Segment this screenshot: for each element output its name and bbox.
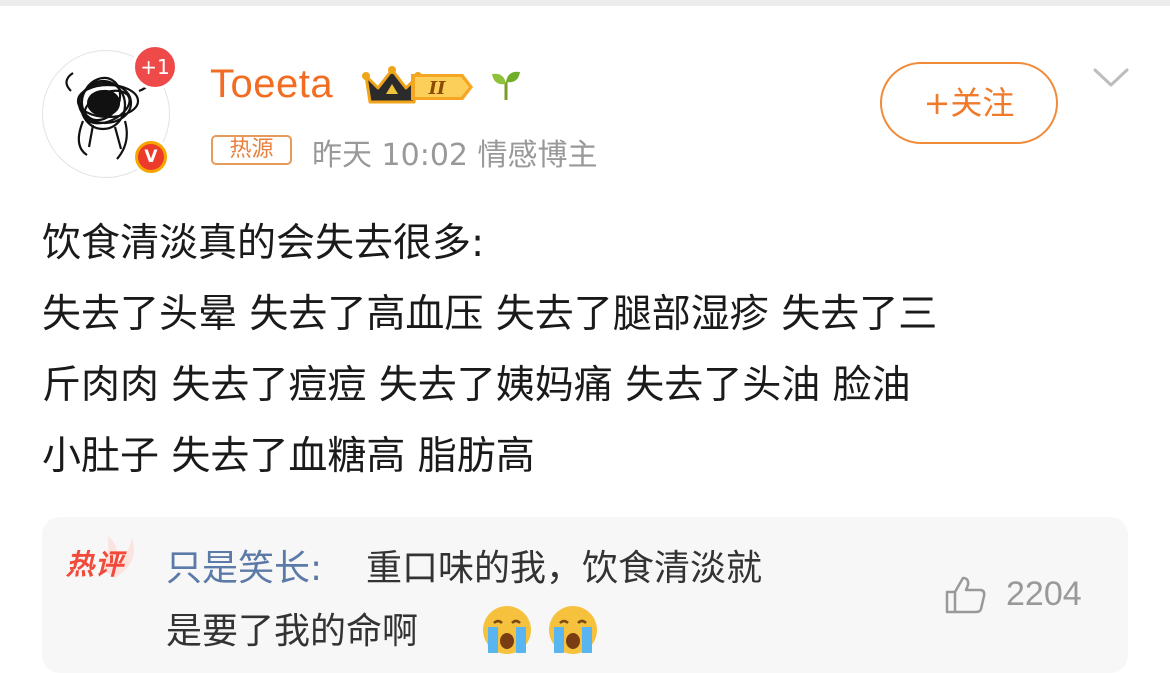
post-body-line: 斤肉肉 失去了痘痘 失去了姨妈痛 失去了头油 脸油 xyxy=(42,363,911,408)
post-body-line: 饮食清淡真的会失去很多: xyxy=(42,221,485,266)
top-divider xyxy=(0,0,1170,6)
author-name[interactable]: Toeeta xyxy=(210,62,333,107)
sprout-icon xyxy=(492,71,520,100)
level-badge-icon: II xyxy=(411,74,473,100)
comment-text-line2: 是要了我的命啊 xyxy=(166,611,419,652)
follow-button[interactable]: +关注 xyxy=(880,62,1058,144)
crying-emoji-icon xyxy=(483,606,531,654)
verified-badge-letter: V xyxy=(138,144,164,170)
notification-badge: +1 xyxy=(132,44,178,90)
verified-badge-icon: V xyxy=(132,138,170,176)
chevron-down-icon[interactable] xyxy=(1092,66,1130,90)
comment-text-line1: 重口味的我，饮食清淡就 xyxy=(366,548,763,589)
thumbs-up-icon[interactable] xyxy=(944,575,988,615)
avatar-container[interactable]: +1 V xyxy=(42,44,178,178)
post-body-line: 失去了头晕 失去了高血压 失去了腿部湿疹 失去了三 xyxy=(42,292,938,337)
crying-emoji-icon xyxy=(549,606,597,654)
like-count: 2204 xyxy=(1006,575,1082,613)
comment-username[interactable]: 只是笑长: xyxy=(166,539,322,591)
source-tag: 热源 xyxy=(211,135,292,165)
level-badge-text: II xyxy=(428,78,446,99)
hot-comment-tag: 热评 xyxy=(66,548,125,581)
post-meta: 昨天 10:02 情感博主 xyxy=(312,138,598,173)
post-body-line: 小肚子 失去了血糖高 脂肪高 xyxy=(42,434,535,479)
post-body: 饮食清淡真的会失去很多: 失去了头晕 失去了高血压 失去了腿部湿疹 失去了三 斤肉肉… xyxy=(42,208,1142,492)
